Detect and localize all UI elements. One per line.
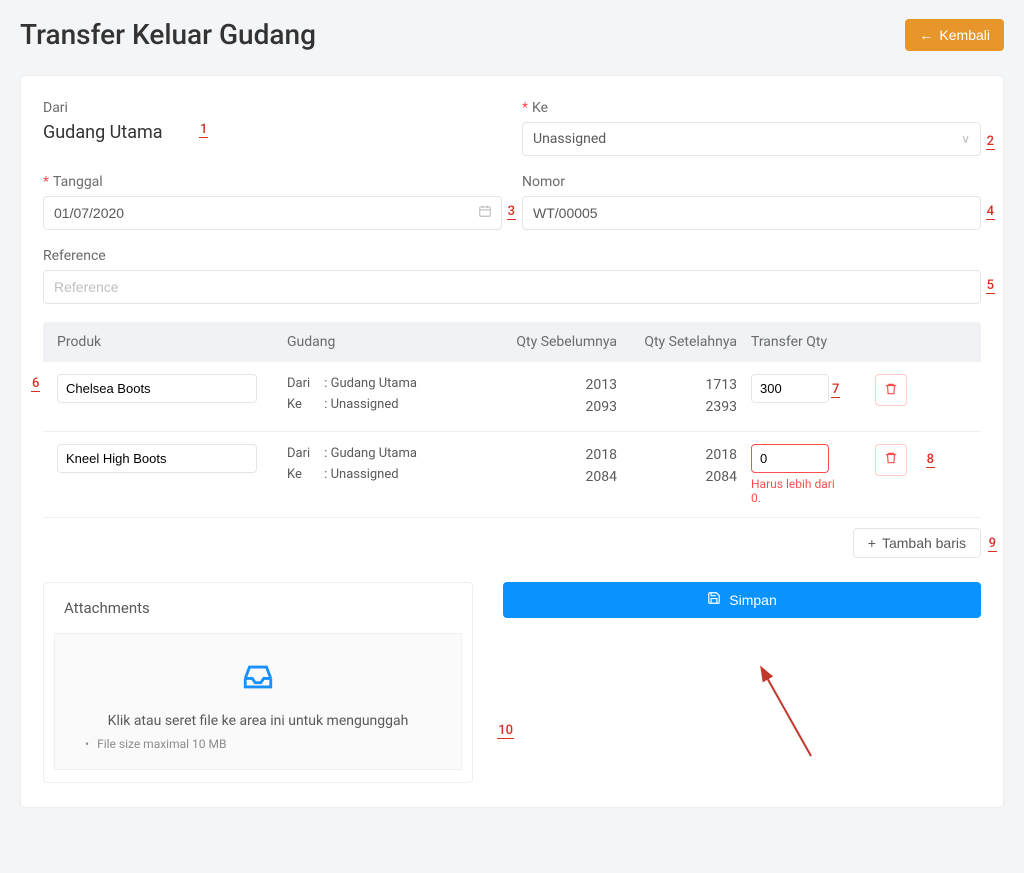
attachments-panel: Attachments Klik atau seret file ke area… — [43, 582, 473, 783]
trash-icon — [884, 451, 898, 468]
save-icon — [707, 591, 721, 608]
product-input[interactable] — [57, 444, 257, 473]
transfer-qty-input[interactable] — [751, 374, 829, 403]
back-button[interactable]: ← Kembali — [905, 19, 1004, 51]
annotation-marker: 10 — [497, 723, 514, 739]
to-select-value: Unassigned — [533, 131, 606, 147]
gudang-to-label: Ke — [287, 465, 321, 486]
qty-after-from: 1713 — [617, 374, 737, 396]
delete-row-button[interactable] — [875, 444, 907, 476]
col-head-qty-setelahnya: Qty Setelahnya — [617, 334, 737, 350]
to-select[interactable]: Unassigned ∨ — [522, 122, 981, 156]
annotation-marker: 3 — [507, 204, 516, 220]
form-card: Dari Gudang Utama 1 Ke Unassigned ∨ 2 Ta… — [20, 75, 1004, 808]
qty-before-to: 2093 — [497, 396, 617, 418]
product-input[interactable] — [57, 374, 257, 403]
col-head-qty-sebelumnya: Qty Sebelumnya — [497, 334, 617, 350]
from-label: Dari — [43, 100, 502, 116]
gudang-from-value: Gudang Utama — [331, 446, 417, 461]
qty-before-from: 2013 — [497, 374, 617, 396]
annotation-marker: 5 — [986, 278, 995, 294]
col-head-produk: Produk — [57, 334, 287, 350]
qty-before-to: 2084 — [497, 466, 617, 488]
save-button[interactable]: Simpan — [503, 582, 981, 618]
annotation-marker: 9 — [988, 536, 997, 552]
date-input[interactable] — [43, 196, 502, 230]
number-label: Nomor — [522, 174, 981, 190]
date-label: Tanggal — [43, 174, 502, 190]
add-row-button[interactable]: + Tambah baris — [853, 528, 981, 558]
transfer-qty-error: Harus lebih dari 0. — [751, 477, 847, 505]
gudang-to-value: Unassigned — [331, 397, 399, 412]
attachments-title: Attachments — [44, 583, 472, 633]
chevron-down-icon: ∨ — [961, 132, 970, 146]
qty-after-to: 2393 — [617, 396, 737, 418]
trash-icon — [884, 382, 898, 399]
to-label: Ke — [522, 100, 981, 116]
annotation-marker: 7 — [831, 382, 840, 398]
gudang-to-label: Ke — [287, 395, 321, 416]
delete-row-button[interactable] — [875, 374, 907, 406]
upload-dropzone[interactable]: Klik atau seret file ke area ini untuk m… — [54, 633, 462, 770]
gudang-to-value: Unassigned — [331, 467, 399, 482]
qty-before-from: 2018 — [497, 444, 617, 466]
upload-instruction: Klik atau seret file ke area ini untuk m… — [71, 713, 445, 729]
reference-input[interactable] — [43, 270, 981, 304]
col-head-gudang: Gudang — [287, 334, 497, 350]
table-header: Produk Gudang Qty Sebelumnya Qty Setelah… — [43, 322, 981, 362]
upload-note: File size maximal 10 MB — [71, 737, 445, 751]
annotation-marker: 6 — [31, 376, 40, 392]
gudang-from-label: Dari — [287, 444, 321, 465]
col-head-transfer-qty: Transfer Qty — [737, 334, 847, 350]
inbox-icon — [71, 660, 445, 703]
gudang-from-label: Dari — [287, 374, 321, 395]
save-button-label: Simpan — [729, 592, 776, 608]
reference-label: Reference — [43, 248, 981, 264]
plus-icon: + — [868, 535, 876, 551]
annotation-marker: 2 — [986, 134, 995, 150]
table-row: 6 Dari : Gudang Utama Ke : Unassigned 20… — [43, 362, 981, 432]
number-input[interactable] — [522, 196, 981, 230]
arrow-left-icon: ← — [919, 27, 933, 43]
page-title: Transfer Keluar Gudang — [20, 18, 316, 51]
from-value: Gudang Utama — [43, 122, 502, 143]
qty-after-from: 2018 — [617, 444, 737, 466]
table-row: Dari : Gudang Utama Ke : Unassigned 2018… — [43, 432, 981, 518]
add-row-label: Tambah baris — [882, 535, 966, 551]
qty-after-to: 2084 — [617, 466, 737, 488]
annotation-marker: 4 — [986, 204, 995, 220]
annotation-marker: 8 — [926, 452, 935, 468]
back-button-label: Kembali — [939, 27, 990, 43]
gudang-from-value: Gudang Utama — [331, 376, 417, 391]
transfer-qty-input[interactable] — [751, 444, 829, 473]
